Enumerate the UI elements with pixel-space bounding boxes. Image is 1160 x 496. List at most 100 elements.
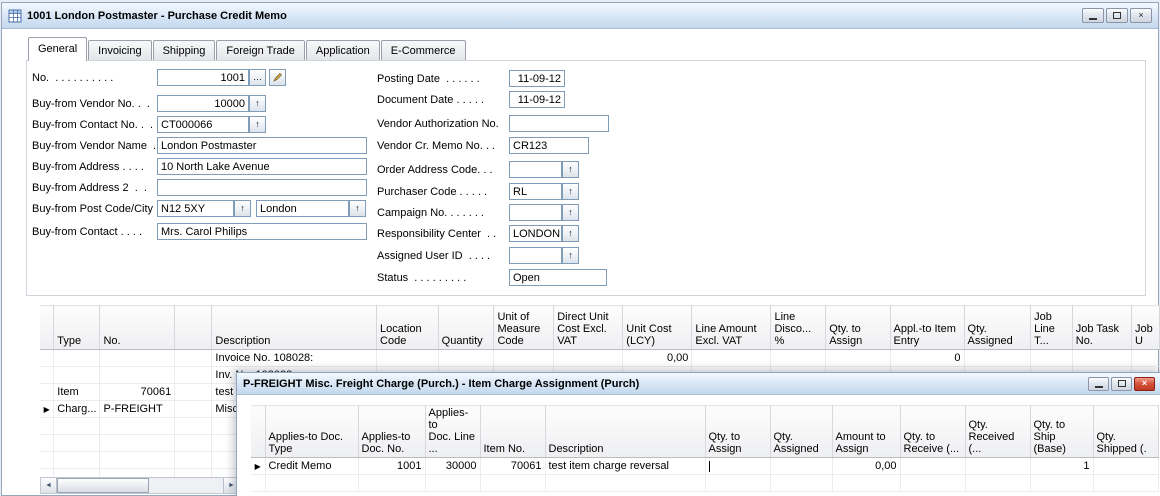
responsibility-center-field[interactable]: LONDON bbox=[509, 225, 562, 242]
dialog-minimize-button[interactable] bbox=[1088, 377, 1109, 391]
vendor-authorization-no-field[interactable] bbox=[509, 115, 609, 132]
assignment-qty-to-ship-base[interactable]: 1 bbox=[1030, 458, 1093, 475]
no-edit-button[interactable] bbox=[269, 69, 286, 86]
scrollbar-thumb[interactable] bbox=[57, 478, 149, 493]
assigned-user-id-lookup-button[interactable]: ↑ bbox=[562, 247, 579, 264]
assignment-doc-no[interactable]: 1001 bbox=[358, 458, 425, 475]
buy-from-post-code-field[interactable]: N12 5XY bbox=[157, 200, 234, 217]
line-description[interactable]: Invoice No. 108028: bbox=[212, 350, 377, 367]
buy-from-address-field[interactable]: 10 North Lake Avenue bbox=[157, 158, 367, 175]
status-field[interactable]: Open bbox=[509, 269, 607, 286]
no-assist-button[interactable]: … bbox=[249, 69, 266, 86]
col-line-amount[interactable]: Line Amount Excl. VAT bbox=[692, 306, 771, 350]
col-quantity[interactable]: Quantity bbox=[438, 306, 494, 350]
minimize-button[interactable] bbox=[1082, 8, 1104, 23]
buy-from-city-field[interactable]: London bbox=[256, 200, 349, 217]
no-field[interactable]: 1001 bbox=[157, 69, 249, 86]
buy-from-vendor-no-lookup-button[interactable]: ↑ bbox=[249, 95, 266, 112]
col-qty-assigned[interactable]: Qty. Assigned bbox=[770, 406, 832, 458]
main-titlebar[interactable]: 1001 London Postmaster - Purchase Credit… bbox=[2, 3, 1158, 29]
col-job-task-no[interactable]: Job Task No. bbox=[1072, 306, 1131, 350]
city-lookup-button[interactable]: ↑ bbox=[349, 200, 366, 217]
row-selector-header[interactable] bbox=[40, 306, 54, 350]
dialog-titlebar[interactable]: P-FREIGHT Misc. Freight Charge (Purch.) … bbox=[237, 373, 1160, 395]
dialog-maximize-button[interactable] bbox=[1111, 377, 1132, 391]
row-selector-header[interactable] bbox=[251, 406, 265, 458]
line-unit-cost-lcy[interactable]: 0,00 bbox=[623, 350, 692, 367]
col-qty-assigned[interactable]: Qty. Assigned bbox=[964, 306, 1031, 350]
line-no[interactable]: 70061 bbox=[100, 384, 175, 401]
col-type[interactable]: Type bbox=[54, 306, 100, 350]
col-qty-to-receive[interactable]: Qty. to Receive (... bbox=[900, 406, 965, 458]
active-row-marker[interactable]: ▶ bbox=[251, 458, 265, 475]
col-direct-unit-cost[interactable]: Direct Unit Cost Excl. VAT bbox=[554, 306, 623, 350]
assignment-qty-received[interactable] bbox=[965, 458, 1030, 475]
assignment-qty-to-assign-cell[interactable] bbox=[705, 458, 770, 475]
document-date-field[interactable]: 11-09-12 bbox=[509, 91, 565, 108]
assignment-doc-line[interactable]: 30000 bbox=[425, 458, 480, 475]
tab-foreign-trade[interactable]: Foreign Trade bbox=[216, 40, 304, 60]
assignment-qty-assigned[interactable] bbox=[770, 458, 832, 475]
vendor-cr-memo-no-field[interactable]: CR123 bbox=[509, 137, 589, 154]
line-no[interactable]: P-FREIGHT bbox=[100, 401, 175, 418]
col-qty-to-ship-base[interactable]: Qty. to Ship (Base) bbox=[1030, 406, 1093, 458]
scroll-left-button[interactable]: ◄ bbox=[41, 478, 57, 493]
campaign-no-field[interactable] bbox=[509, 204, 562, 221]
col-line-discount[interactable]: Line Disco... % bbox=[771, 306, 826, 350]
tab-e-commerce[interactable]: E-Commerce bbox=[381, 40, 466, 60]
line-type[interactable]: Item bbox=[54, 384, 100, 401]
col-applies-to-doc-type[interactable]: Applies-to Doc. Type bbox=[265, 406, 358, 458]
tab-general[interactable]: General bbox=[28, 37, 87, 61]
purchaser-code-lookup-button[interactable]: ↑ bbox=[562, 183, 579, 200]
col-qty-to-assign[interactable]: Qty. to Assign bbox=[826, 306, 890, 350]
order-address-code-field[interactable] bbox=[509, 161, 562, 178]
col-qty-to-assign[interactable]: Qty. to Assign bbox=[705, 406, 770, 458]
posting-date-field[interactable]: 11-09-12 bbox=[509, 70, 565, 87]
tab-application[interactable]: Application bbox=[306, 40, 380, 60]
campaign-no-lookup-button[interactable]: ↑ bbox=[562, 204, 579, 221]
col-item-no[interactable]: Item No. bbox=[480, 406, 545, 458]
maximize-button[interactable] bbox=[1106, 8, 1128, 23]
buy-from-contact-no-field[interactable]: CT000066 bbox=[157, 116, 249, 133]
col-appl-to-item-entry[interactable]: Appl.-to Item Entry bbox=[890, 306, 964, 350]
order-address-code-lookup-button[interactable]: ↑ bbox=[562, 161, 579, 178]
col-no[interactable]: No. bbox=[100, 306, 175, 350]
horizontal-scrollbar[interactable]: ◄ ► bbox=[40, 477, 240, 494]
line-type[interactable]: Charg... bbox=[54, 401, 100, 418]
active-row-marker[interactable]: ▶ bbox=[40, 401, 54, 418]
col-qty-received[interactable]: Qty. Received (... bbox=[965, 406, 1030, 458]
dialog-close-button[interactable]: × bbox=[1134, 377, 1155, 391]
col-location-code[interactable]: Location Code bbox=[377, 306, 439, 350]
tab-invoicing[interactable]: Invoicing bbox=[88, 40, 151, 60]
post-code-lookup-button[interactable]: ↑ bbox=[234, 200, 251, 217]
col-amount-to-assign[interactable]: Amount to Assign bbox=[832, 406, 900, 458]
col-unit-of-measure[interactable]: Unit of Measure Code bbox=[494, 306, 554, 350]
assignment-qty-shipped[interactable] bbox=[1093, 458, 1158, 475]
assignment-description[interactable]: test item charge reversal bbox=[545, 458, 705, 475]
assignment-qty-to-receive[interactable] bbox=[900, 458, 965, 475]
buy-from-address2-field[interactable] bbox=[157, 179, 367, 196]
close-button[interactable]: × bbox=[1130, 8, 1152, 23]
assigned-user-id-field[interactable] bbox=[509, 247, 562, 264]
col-description[interactable]: Description bbox=[545, 406, 705, 458]
col-qty-shipped[interactable]: Qty. Shipped (. bbox=[1093, 406, 1158, 458]
col-applies-to-doc-line[interactable]: Applies-to Doc. Line ... bbox=[425, 406, 480, 458]
assignment-amount-to-assign[interactable]: 0,00 bbox=[832, 458, 900, 475]
responsibility-center-lookup-button[interactable]: ↑ bbox=[562, 225, 579, 242]
buy-from-vendor-no-field[interactable]: 10000 bbox=[157, 95, 249, 112]
buy-from-contact-field[interactable]: Mrs. Carol Philips bbox=[157, 223, 367, 240]
assignment-doc-type[interactable]: Credit Memo bbox=[265, 458, 358, 475]
col-unit-cost-lcy[interactable]: Unit Cost (LCY) bbox=[623, 306, 692, 350]
col-job-u[interactable]: Job U bbox=[1131, 306, 1159, 350]
col-job-line-type[interactable]: Job Line T... bbox=[1031, 306, 1073, 350]
line-appl-to-item-entry[interactable]: 0 bbox=[890, 350, 964, 367]
col-applies-to-doc-no[interactable]: Applies-to Doc. No. bbox=[358, 406, 425, 458]
purchaser-code-field[interactable]: RL bbox=[509, 183, 562, 200]
assignment-item-no[interactable]: 70061 bbox=[480, 458, 545, 475]
buy-from-vendor-name-field[interactable]: London Postmaster bbox=[157, 137, 367, 154]
tab-shipping[interactable]: Shipping bbox=[153, 40, 216, 60]
col-description[interactable]: Description bbox=[212, 306, 377, 350]
buy-from-contact-no-lookup-button[interactable]: ↑ bbox=[249, 116, 266, 133]
table-row[interactable]: Invoice No. 108028: 0,00 0 bbox=[40, 350, 1160, 367]
table-row[interactable]: ▶ Credit Memo 1001 30000 70061 test item… bbox=[251, 458, 1158, 475]
